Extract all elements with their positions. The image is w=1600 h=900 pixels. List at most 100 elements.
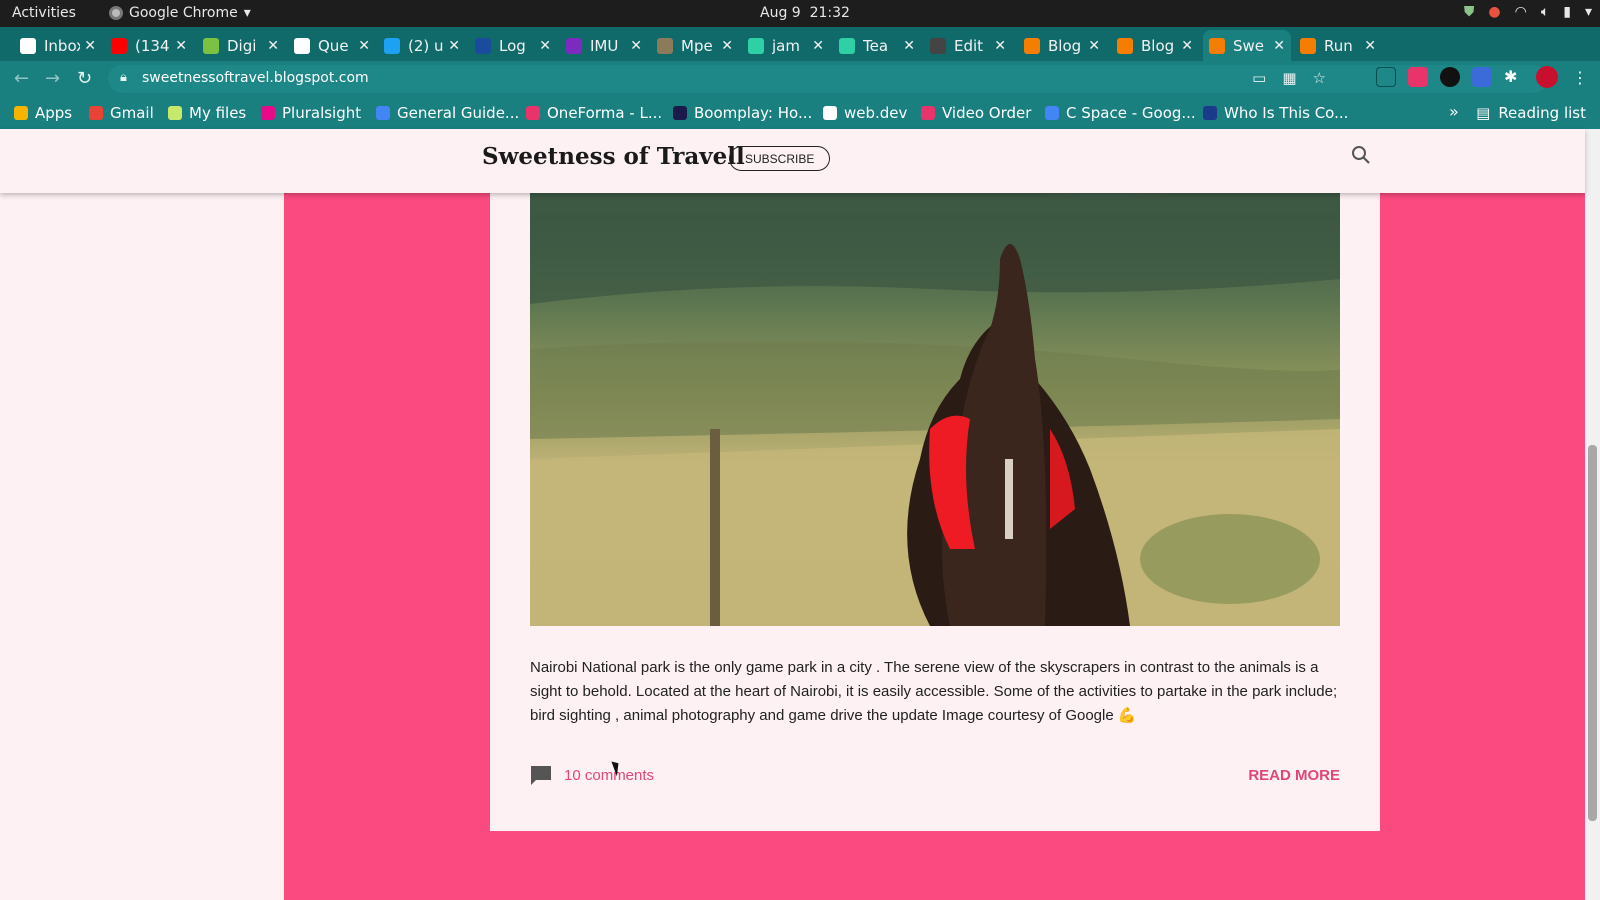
tab-title: (2) u — [408, 36, 444, 55]
close-tab-icon[interactable]: ✕ — [1181, 38, 1193, 54]
close-tab-icon[interactable]: ✕ — [1088, 38, 1100, 54]
tab[interactable]: Blog ✕ — [1111, 30, 1199, 61]
close-tab-icon[interactable]: ✕ — [1364, 38, 1376, 54]
lock-icon[interactable]: 🔒︎ — [120, 70, 127, 85]
browser-toolbar: ← → ↻ 🔒︎ sweetnessoftravel.blogspot.com … — [0, 61, 1600, 97]
tab[interactable]: Tea ✕ — [833, 30, 921, 61]
bookmark-label: General Guide... — [397, 104, 520, 122]
reload-icon[interactable]: ↻ — [77, 68, 92, 89]
bookmark[interactable]: Gmail — [89, 104, 154, 122]
close-tab-icon[interactable]: ✕ — [903, 38, 915, 54]
kebab-menu-icon[interactable]: ⋮ — [1572, 68, 1592, 88]
bookmark[interactable]: General Guide... — [376, 104, 519, 122]
cast-icon[interactable]: ▭ — [1252, 69, 1266, 87]
time: 21:32 — [809, 5, 850, 21]
bookmark[interactable]: Video Order — [921, 104, 1031, 122]
back-icon[interactable]: ← — [14, 68, 29, 89]
bookmark-label: web.dev — [844, 104, 908, 122]
tab[interactable]: Swe ✕ — [1203, 30, 1291, 61]
bookmark[interactable]: Apps — [14, 104, 72, 122]
tab[interactable]: Inbox✕ — [14, 30, 102, 61]
close-tab-icon[interactable]: ✕ — [630, 38, 642, 54]
scrollbar[interactable] — [1585, 129, 1600, 900]
caret-down-icon: ▾ — [243, 5, 251, 21]
tab[interactable]: IMU ✕ — [560, 30, 648, 61]
bookmark[interactable]: Boomplay: Ho... — [673, 104, 812, 122]
date: Aug 9 — [760, 5, 801, 21]
battery-icon: ▮ — [1563, 4, 1571, 20]
oneforma-icon — [526, 106, 540, 120]
extension-icon[interactable] — [1472, 67, 1492, 87]
close-tab-icon[interactable]: ✕ — [812, 38, 824, 54]
scrollbar-thumb[interactable] — [1588, 445, 1597, 821]
reading-list-button[interactable]: ▤ Reading list — [1476, 104, 1586, 122]
bookmark[interactable]: C Space - Goog... — [1045, 104, 1196, 122]
app-menu[interactable]: Google Chrome ▾ — [109, 5, 251, 21]
tab-strip: Inbox✕(134✕Digi✕Que✕(2) u✕Log✕IMU✕Mpe✕ja… — [0, 27, 1600, 83]
comments-link[interactable]: 10 comments — [530, 765, 654, 785]
diamond-icon — [748, 37, 764, 54]
system-tray[interactable]: ⛊ ● ◠ 🔈︎ ▮ ▾ — [1464, 4, 1592, 20]
clock[interactable]: Aug 9 21:32 — [760, 5, 850, 21]
forward-icon[interactable]: → — [45, 68, 60, 89]
search-icon[interactable] — [1350, 144, 1372, 166]
close-tab-icon[interactable]: ✕ — [721, 38, 733, 54]
tab[interactable]: Mpe ✕ — [651, 30, 739, 61]
tab[interactable]: (134 ✕ — [105, 30, 193, 61]
bookmark[interactable]: My files — [168, 104, 246, 122]
bookmark[interactable]: OneForma - L... — [526, 104, 662, 122]
wifi-icon: ◠ — [1514, 4, 1527, 20]
tab[interactable]: Log ✕ — [469, 30, 557, 61]
bookmark-label: Video Order — [942, 104, 1032, 122]
que-icon — [294, 37, 310, 54]
close-tab-icon[interactable]: ✕ — [448, 38, 460, 54]
close-tab-icon[interactable]: ✕ — [84, 38, 96, 54]
bookmark[interactable]: web.dev — [823, 104, 907, 122]
comments-label[interactable]: 10 comments — [564, 767, 654, 784]
close-tab-icon[interactable]: ✕ — [539, 38, 551, 54]
tab[interactable]: Blog ✕ — [1018, 30, 1106, 61]
chrome-icon — [109, 6, 123, 20]
extension-icon[interactable] — [1440, 67, 1460, 87]
tab[interactable]: Edit ✕ — [924, 30, 1012, 61]
avatar[interactable] — [1536, 66, 1558, 88]
web-page: Nairobi National park is the only game p… — [0, 129, 1585, 900]
chevron-right-icon[interactable]: » — [1449, 102, 1459, 121]
tab[interactable]: Que ✕ — [288, 30, 376, 61]
blog-title[interactable]: Sweetness of Travell — [482, 143, 745, 170]
comment-icon — [530, 765, 552, 785]
webdev-icon — [823, 106, 837, 120]
address-bar[interactable]: 🔒︎ sweetnessoftravel.blogspot.com ▭ ▦ ☆ — [108, 65, 1548, 93]
tab[interactable]: Run ✕ — [1294, 30, 1382, 61]
tab[interactable]: (2) u ✕ — [378, 30, 466, 61]
heart-icon — [921, 106, 935, 120]
post-body: Nairobi National park is the only game p… — [530, 659, 1338, 724]
apps-grid-icon — [14, 106, 28, 120]
qr-icon[interactable]: ▦ — [1282, 69, 1296, 87]
close-tab-icon[interactable]: ✕ — [1273, 38, 1285, 54]
subscribe-button[interactable]: SUBSCRIBE — [729, 146, 831, 171]
gmail-icon — [20, 37, 36, 54]
tab-title: Edit — [954, 36, 984, 55]
tab[interactable]: jam ✕ — [742, 30, 830, 61]
tab-title: Blog — [1048, 36, 1082, 55]
close-tab-icon[interactable]: ✕ — [358, 38, 370, 54]
extension-icon[interactable] — [1408, 67, 1428, 87]
close-tab-icon[interactable]: ✕ — [175, 38, 187, 54]
read-more-link[interactable]: READ MORE — [1248, 767, 1340, 784]
close-tab-icon[interactable]: ✕ — [994, 38, 1006, 54]
pluralsight-icon — [261, 106, 275, 120]
extension-icon[interactable] — [1376, 67, 1396, 87]
loading-icon — [930, 37, 946, 54]
bookmark[interactable]: Who Is This Co... — [1203, 104, 1348, 122]
activities-button[interactable]: Activities — [12, 5, 76, 21]
puzzle-icon[interactable]: ✱ — [1504, 67, 1524, 87]
bookmark-label: OneForma - L... — [547, 104, 663, 122]
tab[interactable]: Digi ✕ — [197, 30, 285, 61]
post-image[interactable] — [530, 129, 1340, 626]
url-text[interactable]: sweetnessoftravel.blogspot.com — [142, 70, 369, 86]
star-icon[interactable]: ☆ — [1313, 69, 1326, 87]
bookmark[interactable]: Pluralsight — [261, 104, 361, 122]
tab-title: IMU — [590, 36, 619, 55]
close-tab-icon[interactable]: ✕ — [267, 38, 279, 54]
